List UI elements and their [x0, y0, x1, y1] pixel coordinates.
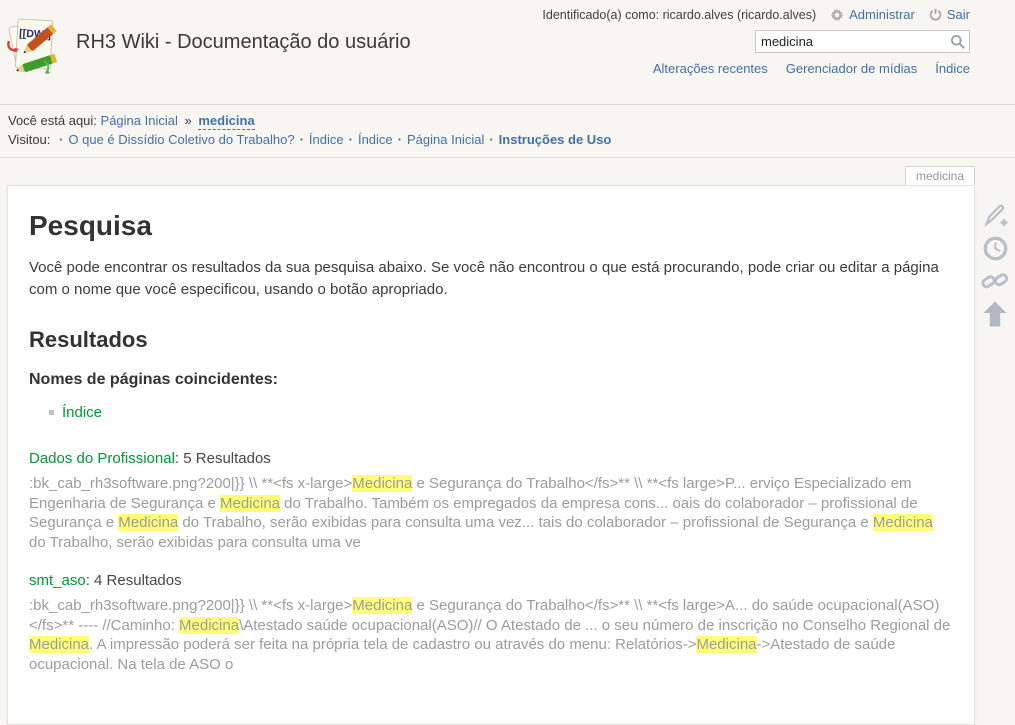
- page-content: Pesquisa Você pode encontrar os resultad…: [7, 185, 975, 725]
- trace-row: Visitou: · O que é Dissídio Coletivo do T…: [8, 130, 1005, 149]
- youarehere-label: Você está aqui:: [8, 113, 97, 128]
- trace-link[interactable]: Instruções de Uso: [499, 132, 612, 147]
- breadcrumb: Você está aqui: Página Inicial » medicin…: [0, 105, 1015, 158]
- trace-separator: ·: [398, 132, 402, 147]
- breadcrumb-current-link[interactable]: medicina: [198, 113, 254, 130]
- page-name-tab: medicina: [905, 166, 975, 185]
- site-title[interactable]: RH3 Wiki - Documentação do usuário: [76, 31, 411, 54]
- snippet-text: \Atestado saúde ocupacional(ASO)// O Ate…: [239, 617, 950, 634]
- result-count: : 4 Resultados: [86, 572, 182, 589]
- snippet-text: do Trabalho, serão exibidas para consult…: [178, 514, 873, 531]
- header-right: Identificado(a) como: ricardo.alves (ric…: [542, 7, 970, 76]
- trace-separator: ·: [349, 132, 353, 147]
- matching-pagenames-heading: Nomes de páginas coincidentes:: [29, 371, 953, 389]
- matching-page-link[interactable]: Índice: [62, 404, 102, 421]
- breadcrumb-separator: »: [184, 113, 191, 128]
- trace-link[interactable]: Índice: [309, 132, 344, 147]
- search-hit: Medicina: [873, 514, 933, 531]
- result-page-link[interactable]: Dados do Profissional: [29, 450, 175, 467]
- search-hit: Medicina: [220, 495, 280, 512]
- trace-label: Visitou:: [8, 132, 50, 147]
- trace-link[interactable]: Índice: [358, 132, 393, 147]
- quick-nav-link[interactable]: Gerenciador de mídias: [786, 61, 918, 76]
- search-form: [755, 30, 970, 53]
- power-icon: [929, 8, 942, 21]
- dokuwiki-logo-icon[interactable]: [[DW]]: [7, 12, 69, 80]
- admin-link-label: Administrar: [849, 7, 915, 22]
- snippet-text: :bk_cab_rh3software.png?200|}} \\ **<fs …: [29, 597, 352, 614]
- search-hit: Medicina: [696, 636, 756, 653]
- search-icon[interactable]: [950, 34, 966, 50]
- search-hit: Medicina: [118, 514, 178, 531]
- search-hit: Medicina: [29, 636, 89, 653]
- matching-pages-list: Índice: [29, 403, 953, 422]
- search-result-heading: Dados do Profissional: 5 Resultados: [29, 450, 953, 467]
- snippet-text: :bk_cab_rh3software.png?200|}} \\ **<fs …: [29, 475, 352, 492]
- fulltext-results: Dados do Profissional: 5 Resultados :bk_c…: [29, 450, 953, 674]
- search-hit: Medicina: [352, 597, 412, 614]
- main-area: medicina Pesquisa Você pode encontrar os…: [7, 185, 975, 725]
- logout-link[interactable]: Sair: [929, 7, 970, 22]
- gear-icon: [830, 8, 844, 22]
- page-tools: [980, 201, 1010, 328]
- page-title: Pesquisa: [29, 210, 953, 242]
- search-hit: Medicina: [352, 475, 412, 492]
- results-heading: Resultados: [29, 327, 953, 353]
- logged-in-user-label: Identificado(a) como: ricardo.alves (ric…: [542, 8, 816, 22]
- result-snippet: :bk_cab_rh3software.png?200|}} \\ **<fs …: [29, 596, 953, 674]
- result-snippet: :bk_cab_rh3software.png?200|}} \\ **<fs …: [29, 474, 953, 552]
- site-header: [[DW]] RH3 Wiki - Documentação do usuári…: [0, 0, 1015, 105]
- breadcrumb-home-link[interactable]: Página Inicial: [101, 113, 178, 128]
- search-hit: Medicina: [179, 617, 239, 634]
- search-result: smt_aso: 4 Resultados :bk_cab_rh3software…: [29, 572, 953, 674]
- clock-icon[interactable]: [981, 234, 1009, 262]
- trace-separator: ·: [300, 132, 304, 147]
- search-input[interactable]: [755, 30, 970, 53]
- search-result: Dados do Profissional: 5 Resultados :bk_c…: [29, 450, 953, 552]
- youarehere-row: Você está aqui: Página Inicial » medicin…: [8, 111, 1005, 130]
- quick-nav-link[interactable]: Alterações recentes: [653, 61, 768, 76]
- snippet-text: do Trabalho, serão exibidas para consult…: [29, 534, 361, 551]
- result-page-link[interactable]: smt_aso: [29, 572, 86, 589]
- pencil-plus-icon[interactable]: [981, 201, 1009, 229]
- backlinks-chain-icon[interactable]: [981, 267, 1009, 295]
- trace-separator: ·: [489, 132, 493, 147]
- quick-nav-link[interactable]: Índice: [935, 61, 970, 76]
- admin-link[interactable]: Administrar: [830, 7, 915, 22]
- trace-link[interactable]: O que é Dissídio Coletivo do Trabalho?: [68, 132, 294, 147]
- quick-nav: Alterações recentes Gerenciador de mídias…: [542, 61, 970, 76]
- logout-link-label: Sair: [947, 7, 970, 22]
- trace-links: · O que é Dissídio Coletivo do Trabalho? ·…: [54, 132, 611, 147]
- trace-link[interactable]: Página Inicial: [407, 132, 484, 147]
- search-intro-text: Você pode encontrar os resultados da sua…: [29, 257, 953, 301]
- snippet-text: . A impressão poderá ser feita na própri…: [89, 636, 696, 653]
- search-result-heading: smt_aso: 4 Resultados: [29, 572, 953, 589]
- matching-page-item: Índice: [49, 403, 953, 422]
- trace-separator: ·: [59, 132, 63, 147]
- back-to-top-arrow-icon[interactable]: [981, 300, 1009, 328]
- result-count: : 5 Resultados: [175, 450, 271, 467]
